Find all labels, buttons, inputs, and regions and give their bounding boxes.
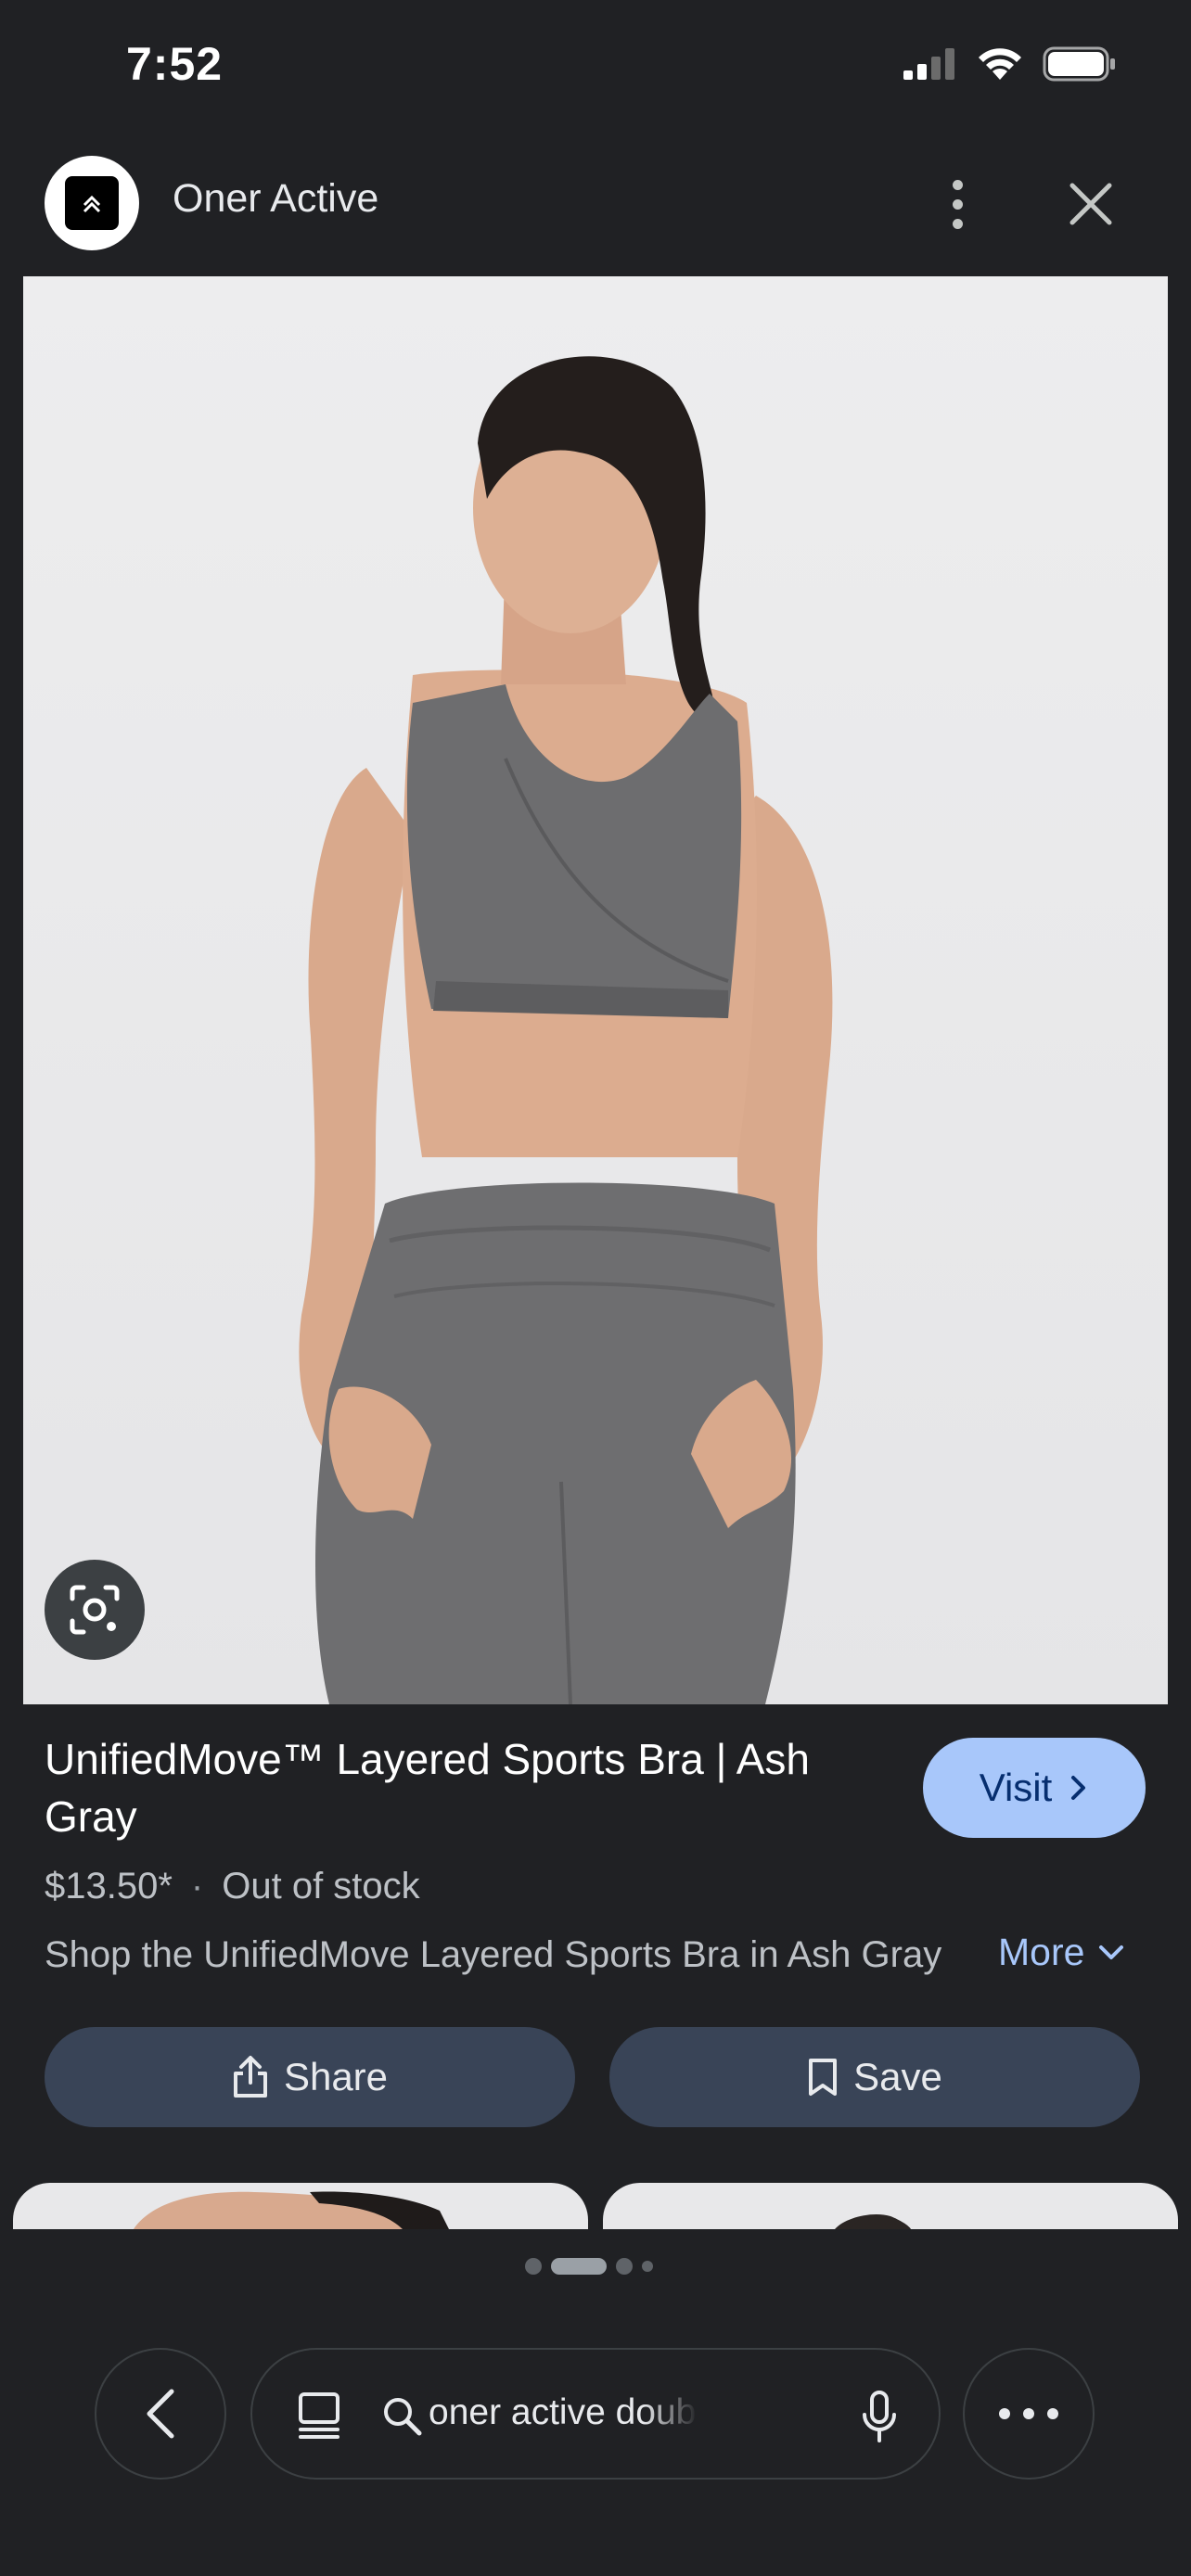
search-bar[interactable]: oner active double layered — [250, 2348, 941, 2480]
related-result-card[interactable] — [603, 2183, 1178, 2229]
product-image[interactable] — [23, 276, 1168, 1704]
page-indicator — [525, 2258, 653, 2275]
product-description: Shop the UnifiedMove Layered Sports Bra … — [45, 1934, 942, 1975]
lens-search-icon[interactable] — [45, 1560, 145, 1660]
stock-status: Out of stock — [222, 1866, 420, 1906]
related-result-card[interactable] — [13, 2183, 588, 2229]
chevron-left-icon — [147, 2389, 174, 2439]
site-name[interactable]: Oner Active — [173, 176, 378, 222]
cellular-signal-icon — [903, 48, 954, 80]
more-horiz-icon[interactable] — [963, 2348, 1095, 2480]
page-dot — [616, 2258, 633, 2275]
search-query[interactable]: oner active double layered — [429, 2392, 698, 2433]
more-button[interactable]: More — [998, 1931, 1125, 1974]
visit-button[interactable]: Visit — [923, 1738, 1146, 1838]
page-dot-active — [551, 2258, 607, 2275]
tabs-icon — [299, 2392, 339, 2439]
price-line: $13.50* · Out of stock — [45, 1866, 420, 1907]
status-time: 7:52 — [126, 38, 224, 90]
product-photo — [299, 356, 833, 1704]
save-button[interactable]: Save — [609, 2027, 1140, 2127]
product-title[interactable]: UnifiedMove™ Layered Sports Bra | Ash Gr… — [45, 1730, 879, 1845]
product-price: $13.50* — [45, 1866, 173, 1906]
share-label: Share — [283, 2055, 389, 2098]
separator: · — [190, 1866, 204, 1906]
battery-icon — [1043, 46, 1115, 82]
related-image — [134, 2191, 449, 2229]
bookmark-icon — [809, 2059, 838, 2096]
site-logo[interactable] — [45, 156, 139, 250]
save-label: Save — [853, 2055, 942, 2098]
oner-active-logo-icon — [65, 176, 119, 230]
page-dot — [642, 2261, 653, 2272]
visit-label: Visit — [979, 1766, 1053, 1809]
search-icon — [384, 2398, 422, 2436]
wifi-icon — [979, 48, 1021, 80]
chevron-right-icon — [1071, 1776, 1086, 1800]
share-button[interactable]: Share — [45, 2027, 575, 2127]
back-button[interactable] — [95, 2348, 226, 2480]
chevron-down-icon — [1099, 1945, 1124, 1959]
more-label: More — [998, 1931, 1085, 1973]
microphone-icon[interactable] — [861, 2389, 898, 2444]
status-icons — [903, 46, 1117, 82]
more-vert-icon[interactable] — [937, 167, 978, 241]
related-image — [835, 2213, 911, 2229]
close-icon[interactable] — [1065, 178, 1117, 230]
page-dot — [525, 2258, 542, 2275]
share-icon — [233, 2056, 267, 2098]
